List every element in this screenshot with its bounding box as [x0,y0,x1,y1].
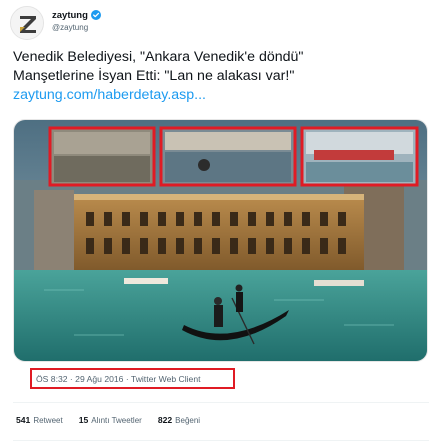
stat-label[interactable]: Beğeni [175,416,200,425]
timestamp-text[interactable]: ÖS 8:32 · 29 Ağu 2016 · Twitter Web Clie… [36,374,201,384]
verified-badge-icon [90,10,101,20]
divider [13,440,429,441]
tweet-link[interactable]: zaytung.com/haberdetay.asp... [13,86,429,105]
name-row[interactable]: zaytung [52,8,101,22]
avatar[interactable] [10,6,44,40]
quote-tweet-count[interactable]: 15 Alıntı Tweetler [79,415,142,425]
tweet-text: Venedik Belediyesi, "Ankara Venedik'e dö… [13,48,429,105]
zaytung-logo-icon [11,7,43,39]
engagement-stats: 541 Retweet 15 Alıntı Tweetler 822 Beğen… [16,415,216,429]
stat-value[interactable]: 541 [16,415,30,425]
tweet-media-image[interactable] [13,119,428,362]
tweet-header: zaytung @zaytung [10,6,430,40]
stat-label[interactable]: Retweet [33,416,62,425]
tweet-text-line: Venedik Belediyesi, "Ankara Venedik'e dö… [13,49,304,65]
display-name[interactable]: zaytung [52,10,88,21]
stat-label[interactable]: Alıntı Tweetler [91,416,142,425]
divider [13,402,429,403]
user-handle[interactable]: @zaytung [52,23,88,32]
like-count[interactable]: 822 Beğeni [158,415,200,425]
retweet-count[interactable]: 541 Retweet [16,415,63,425]
stat-value[interactable]: 822 [158,415,172,425]
tweet-text-line: Manşetlerine İsyan Etti: "Lan ne alakası… [13,68,295,84]
tweet-timestamp[interactable]: ÖS 8:32 · 29 Ağu 2016 · Twitter Web Clie… [30,368,235,389]
stat-value[interactable]: 15 [79,415,89,425]
venice-gondola-photo [14,120,427,361]
